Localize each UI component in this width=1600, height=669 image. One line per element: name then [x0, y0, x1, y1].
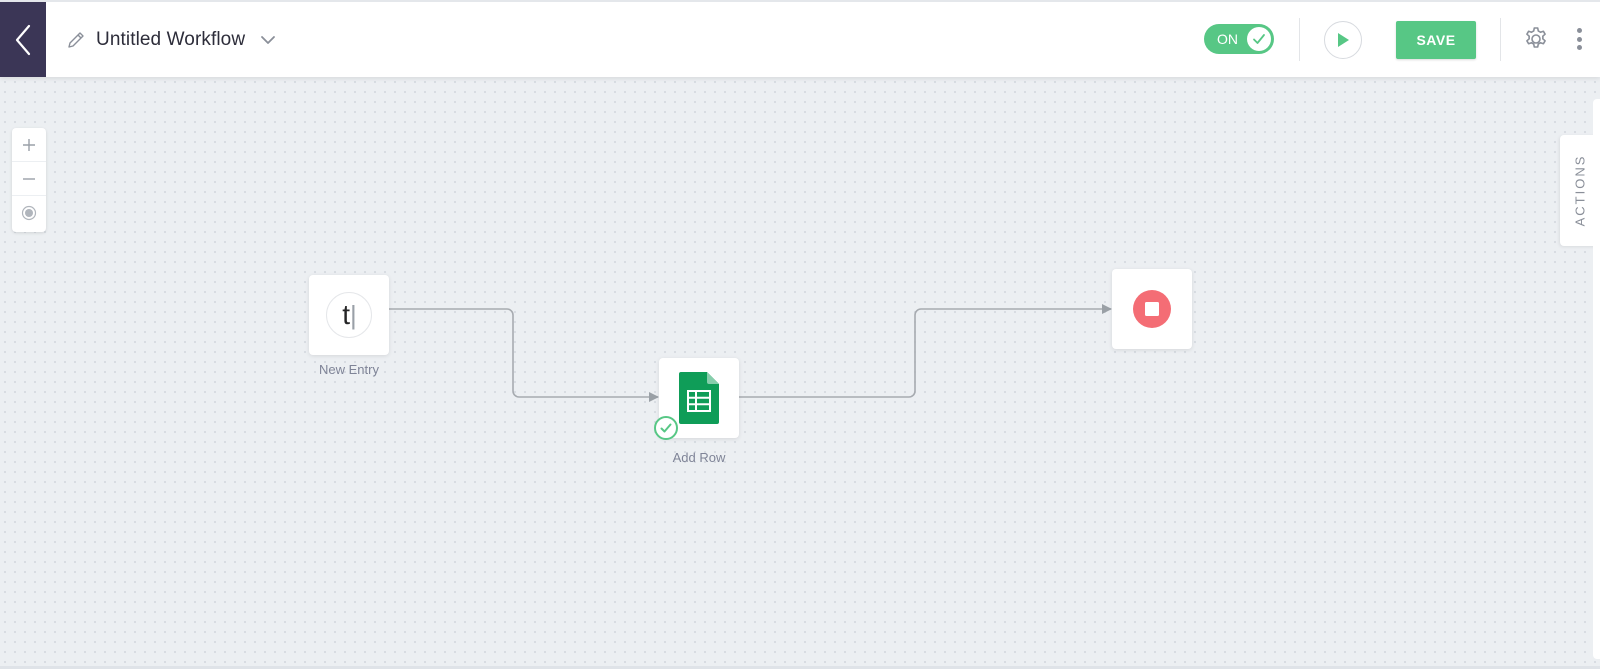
trigger-node-label: New Entry: [319, 362, 379, 377]
workflow-title-area: Untitled Workflow: [66, 2, 277, 77]
trigger-node-typeform[interactable]: t |: [309, 275, 389, 355]
back-button[interactable]: [0, 2, 46, 77]
play-icon: [1338, 33, 1349, 47]
workflow-title[interactable]: Untitled Workflow: [96, 29, 245, 51]
run-button[interactable]: [1324, 21, 1362, 59]
actions-tab-label: ACTIONS: [1572, 154, 1588, 227]
plus-icon[interactable]: [12, 128, 46, 162]
toggle-label: ON: [1217, 31, 1238, 47]
typeform-glyph: t: [342, 299, 350, 330]
chevron-left-icon: [15, 24, 31, 55]
action-node-label: Add Row: [672, 450, 726, 465]
stop-icon: [1133, 290, 1171, 328]
typeform-logo-icon: t |: [326, 292, 372, 338]
header-divider: [1500, 18, 1501, 61]
check-circle-icon: [654, 416, 678, 440]
pencil-icon[interactable]: [66, 29, 88, 51]
connector-lines: [389, 304, 1112, 402]
gear-icon[interactable]: [1522, 25, 1550, 53]
check-icon: [1247, 27, 1271, 51]
top-bar: Untitled Workflow ON SAVE: [0, 0, 1600, 77]
end-node[interactable]: [1112, 269, 1192, 349]
minus-icon[interactable]: [12, 162, 46, 196]
zoom-controls: [12, 128, 46, 232]
chevron-down-icon[interactable]: [259, 31, 277, 49]
save-button[interactable]: SAVE: [1396, 21, 1476, 59]
target-icon[interactable]: [12, 196, 46, 230]
connector-action-to-end: [739, 304, 1112, 398]
workflow-on-toggle[interactable]: ON: [1204, 24, 1274, 54]
workflow-canvas[interactable]: t | New Entry Add Row ACTIONS: [0, 77, 1600, 669]
google-sheets-icon: [679, 372, 719, 424]
more-vertical-icon[interactable]: [1571, 26, 1587, 52]
right-panel-edge: [1593, 99, 1600, 659]
connector-trigger-to-action: [389, 308, 659, 402]
header-divider: [1299, 18, 1300, 61]
